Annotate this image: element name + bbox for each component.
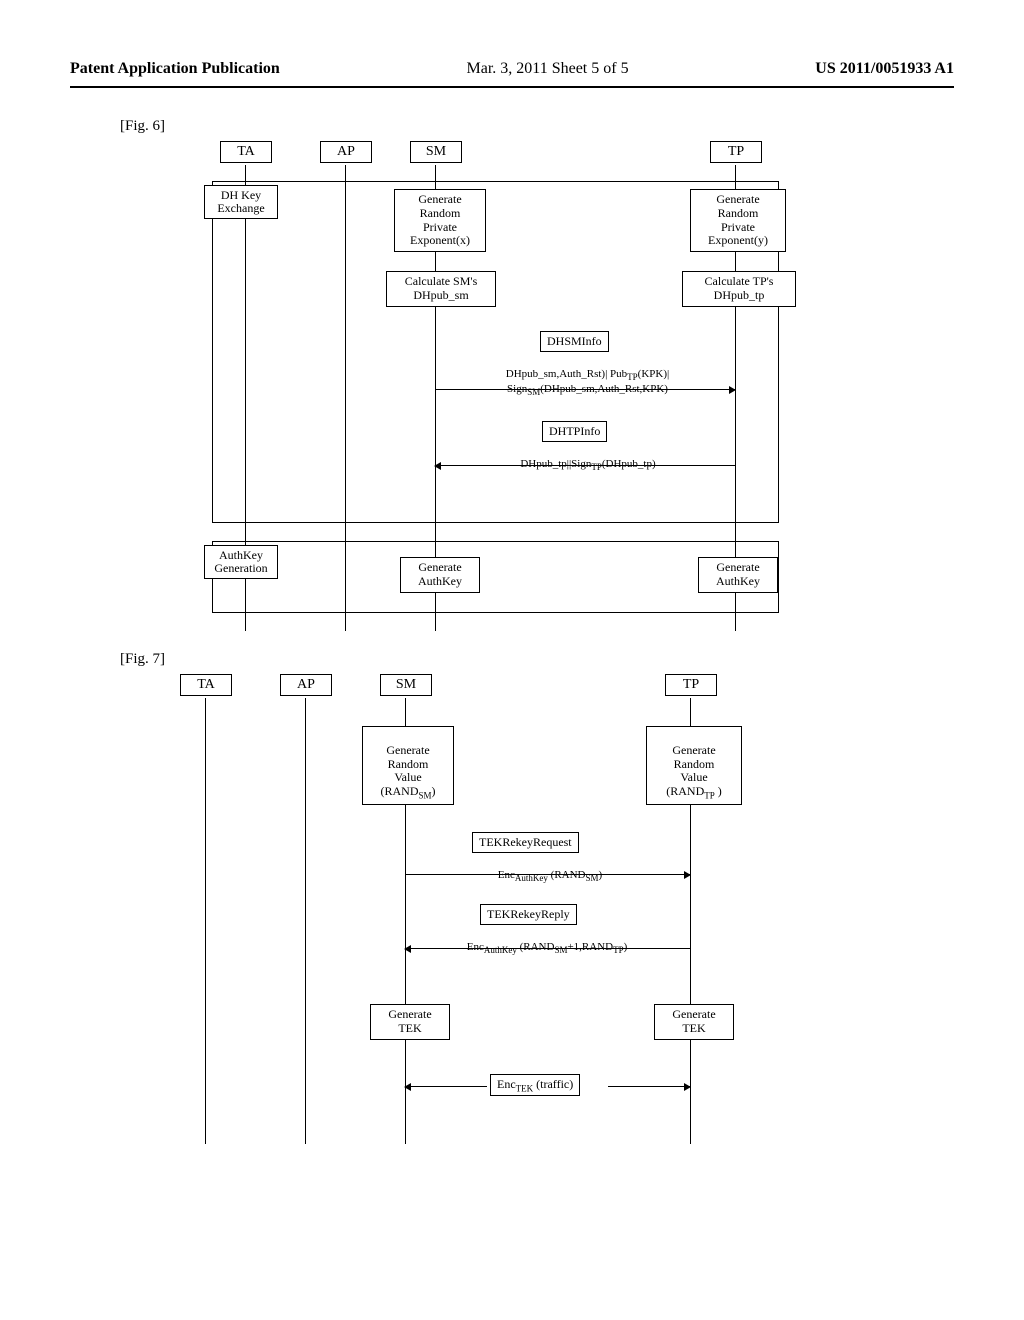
- arrow: [405, 1086, 487, 1087]
- fig6-actor-sm: SM: [410, 141, 462, 163]
- fig7-sm-gen-tek: Generate TEK: [370, 1004, 450, 1040]
- fig6-phase2-span: [212, 541, 779, 613]
- fig7-tek-req: TEKRekeyRequest: [472, 832, 579, 853]
- header-left: Patent Application Publication: [70, 60, 280, 78]
- fig7-tek-rep: TEKRekeyReply: [480, 904, 577, 925]
- fig6-tp-authkey: Generate AuthKey: [698, 557, 778, 593]
- lifeline: [205, 698, 206, 1144]
- fig7-tp-gen-rand: GenerateRandomValue(RANDTP ): [646, 726, 742, 805]
- fig7-actor-ap: AP: [280, 674, 332, 696]
- fig7-actor-ta: TA: [180, 674, 232, 696]
- arrow: [435, 465, 735, 466]
- header-mid: Mar. 3, 2011 Sheet 5 of 5: [467, 60, 629, 78]
- fig7-tek-req-text: EncAuthKey (RANDSM): [470, 856, 630, 884]
- fig6-sm-authkey: Generate AuthKey: [400, 557, 480, 593]
- connector: [735, 253, 736, 271]
- fig7-diagram: TA AP SM TP GenerateRandomValue(RANDSM) …: [170, 674, 810, 1144]
- fig6-dhtpinfo: DHTPInfo: [542, 421, 607, 442]
- fig7-tek-rep-text: EncAuthKey (RANDSM+1,RANDTP): [432, 928, 662, 956]
- lifeline: [305, 698, 306, 1144]
- fig6-tp-calc: Calculate TP's DHpub_tp: [682, 271, 796, 307]
- fig6-dhsminfo: DHSMInfo: [540, 331, 609, 352]
- fig6-dhtpinfo-text: DHpub_tp||SignTP(DHpub_tp): [498, 445, 678, 473]
- fig7-actor-sm: SM: [380, 674, 432, 696]
- fig6-actor-tp: TP: [710, 141, 762, 163]
- fig6-diagram: TA AP SM TP DH Key Exchange Generate Ran…: [210, 141, 850, 631]
- arrow: [405, 948, 690, 949]
- fig7-label: [Fig. 7]: [120, 651, 954, 668]
- fig6-actor-ta: TA: [220, 141, 272, 163]
- fig6-dhsminfo-text: DHpub_sm,Auth_Rst)| PubTP(KPK)|SignSM(DH…: [470, 355, 705, 398]
- fig7-actor-tp: TP: [665, 674, 717, 696]
- arrow: [608, 1086, 690, 1087]
- fig6-actor-ap: AP: [320, 141, 372, 163]
- connector: [435, 253, 436, 271]
- arrow: [435, 389, 735, 390]
- fig6-sm-calc: Calculate SM's DHpub_sm: [386, 271, 496, 307]
- fig6-label: [Fig. 6]: [120, 118, 954, 135]
- fig6-phase2-label: AuthKey Generation: [204, 545, 278, 579]
- fig7-tp-gen-tek: Generate TEK: [654, 1004, 734, 1040]
- fig6-phase1-label: DH Key Exchange: [204, 185, 278, 219]
- fig6-tp-gen-rand: Generate Random Private Exponent(y): [690, 189, 786, 252]
- fig6-sm-gen-rand: Generate Random Private Exponent(x): [394, 189, 486, 252]
- fig7-enc-traffic: EncTEK (traffic): [490, 1074, 580, 1096]
- header-right: US 2011/0051933 A1: [815, 60, 954, 78]
- header-rule: [70, 86, 954, 88]
- fig7-sm-gen-rand: GenerateRandomValue(RANDSM): [362, 726, 454, 805]
- arrow: [405, 874, 690, 875]
